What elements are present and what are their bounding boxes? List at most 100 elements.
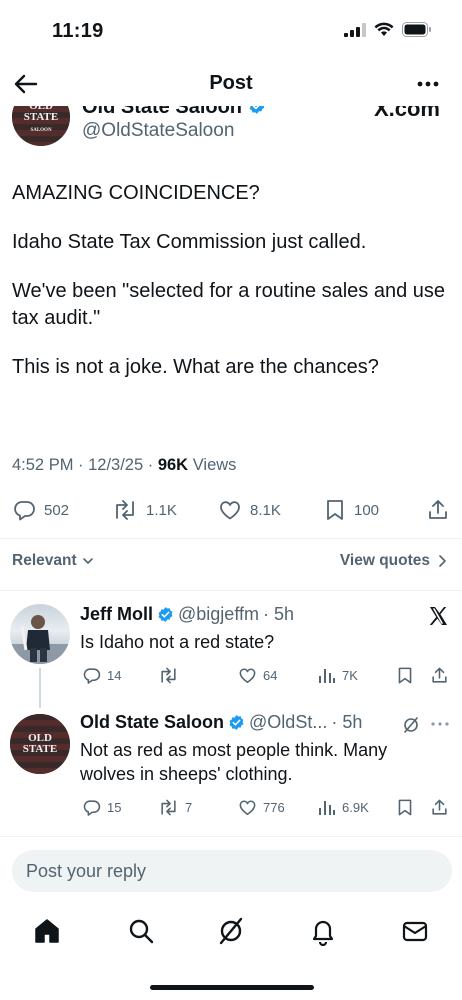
reply-placeholder: Post your reply: [26, 861, 147, 881]
reply-time: · 5h: [331, 712, 363, 732]
verified-icon: [229, 715, 244, 730]
reply-time: · 5h: [263, 604, 295, 624]
sort-label: Relevant: [12, 552, 77, 569]
verified-icon: [158, 607, 173, 622]
reply-author-handle[interactable]: @OldSt...: [249, 712, 327, 733]
like-count: 8.1K: [250, 501, 281, 519]
reply-actions: 14 64 7K: [0, 666, 462, 688]
view-quotes-link[interactable]: View quotes: [340, 552, 448, 570]
like-count: 776: [263, 800, 285, 815]
reply-icon: [83, 800, 101, 816]
share-button[interactable]: [430, 798, 449, 817]
avatar-logo-text: OLD STATESALOON: [23, 106, 59, 133]
source-label: X.com: [373, 106, 440, 121]
share-button[interactable]: [426, 498, 450, 522]
avatar-logo-text: OLD STATE: [22, 732, 58, 755]
reply-avatar[interactable]: OLD STATE: [10, 714, 70, 774]
bookmark-button[interactable]: [396, 798, 414, 817]
reply-header: Jeff Moll @bigjeffm · 5h: [80, 604, 294, 625]
reply-count: 502: [44, 501, 70, 519]
views-count: 7K: [342, 667, 358, 683]
like-button[interactable]: 776: [238, 798, 285, 817]
post-paragraph: This is not a joke. What are the chances…: [12, 356, 379, 378]
reply-avatar[interactable]: [10, 604, 70, 664]
reply-author-name[interactable]: Old State Saloon: [80, 712, 224, 733]
divider: [0, 538, 462, 539]
tab-home[interactable]: [32, 916, 62, 946]
view-quotes-label: View quotes: [339, 552, 430, 569]
reply-header: Old State Saloon @OldSt... · 5h: [80, 712, 362, 733]
post-author: OLD STATESALOON Old State Saloon @OldSta…: [0, 106, 462, 158]
tab-notifications[interactable]: [308, 916, 338, 947]
more-icon: [417, 81, 439, 87]
author-name[interactable]: Old State Saloon: [82, 106, 266, 119]
tab-search[interactable]: [126, 916, 156, 946]
chevron-right-icon: [439, 555, 446, 567]
repost-button[interactable]: [158, 666, 185, 685]
like-icon: [239, 668, 256, 684]
author-handle[interactable]: @OldStateSaloon: [82, 120, 234, 142]
repost-count: 1.1K: [146, 501, 177, 519]
grok-icon: [219, 917, 243, 945]
sort-dropdown[interactable]: Relevant: [12, 552, 95, 570]
chevron-down-icon: [82, 558, 93, 564]
wifi-icon: [374, 22, 394, 36]
post-paragraph: Idaho State Tax Commission just called.: [12, 231, 367, 253]
page-title: Post: [209, 72, 253, 94]
tab-messages[interactable]: [400, 916, 430, 946]
share-icon: [429, 500, 447, 519]
repost-icon: [161, 667, 176, 684]
divider: [0, 836, 462, 837]
reply-text: Not as red as most people think. Many wo…: [80, 740, 388, 785]
repost-button[interactable]: 1.1K: [112, 498, 177, 522]
like-count: 64: [263, 668, 278, 683]
views-icon: [319, 669, 335, 683]
search-icon: [129, 919, 154, 944]
views-count[interactable]: 96K: [158, 456, 188, 474]
x-logo-icon: [429, 607, 447, 625]
notifications-icon: [312, 920, 334, 947]
reply-button[interactable]: 14: [82, 666, 121, 685]
post-text: AMAZING COINCIDENCE? Idaho State Tax Com…: [12, 180, 452, 403]
more-icon[interactable]: [430, 720, 450, 728]
reply-icon: [14, 501, 35, 521]
post-timestamp: 4:52 PM · 12/3/25 ·: [12, 456, 158, 474]
bookmark-icon: [398, 667, 412, 684]
author-avatar[interactable]: OLD STATESALOON: [12, 106, 70, 146]
messages-icon: [402, 921, 428, 942]
share-icon: [432, 667, 447, 683]
grok-icon[interactable]: [402, 716, 420, 734]
views-button[interactable]: 7K: [318, 666, 358, 684]
reply-icon: [83, 668, 101, 684]
bottom-tab-bar: [0, 910, 462, 954]
reply-author-handle[interactable]: @bigjeffm: [178, 604, 259, 625]
reply-button[interactable]: 15: [82, 798, 121, 817]
reply-count: 14: [107, 668, 122, 683]
bookmark-button[interactable]: [396, 666, 414, 685]
views-button[interactable]: 6.9K: [318, 798, 369, 816]
views-label: Views: [188, 456, 237, 474]
like-button[interactable]: 8.1K: [218, 498, 281, 522]
reply-input[interactable]: Post your reply: [12, 850, 452, 892]
replies-filter: Relevant View quotes: [0, 550, 462, 574]
reply-button[interactable]: 502: [12, 498, 69, 522]
post-paragraph: We've been "selected for a routine sales…: [12, 280, 446, 329]
bookmark-icon: [327, 500, 343, 520]
like-icon: [220, 501, 240, 520]
reply-author-name[interactable]: Jeff Moll: [80, 604, 153, 625]
repost-icon: [161, 799, 176, 816]
post-meta: 4:52 PM · 12/3/25 · 96K Views: [12, 456, 236, 475]
repost-count: 7: [185, 800, 193, 815]
like-button[interactable]: 64: [238, 666, 277, 685]
reply-item[interactable]: OLD STATE Old State Saloon @OldSt... · 5…: [0, 712, 462, 832]
reply-item[interactable]: Jeff Moll @bigjeffm · 5h Is Idaho not a …: [0, 604, 462, 694]
views-icon: [319, 801, 335, 815]
more-button[interactable]: [414, 70, 442, 98]
status-time: 11:19: [52, 20, 104, 42]
repost-button[interactable]: 7: [158, 798, 192, 817]
home-indicator: [150, 985, 314, 990]
bookmark-button[interactable]: 100: [324, 498, 379, 522]
share-button[interactable]: [430, 666, 449, 685]
top-nav: Post: [0, 62, 462, 106]
tab-grok[interactable]: [216, 916, 246, 946]
